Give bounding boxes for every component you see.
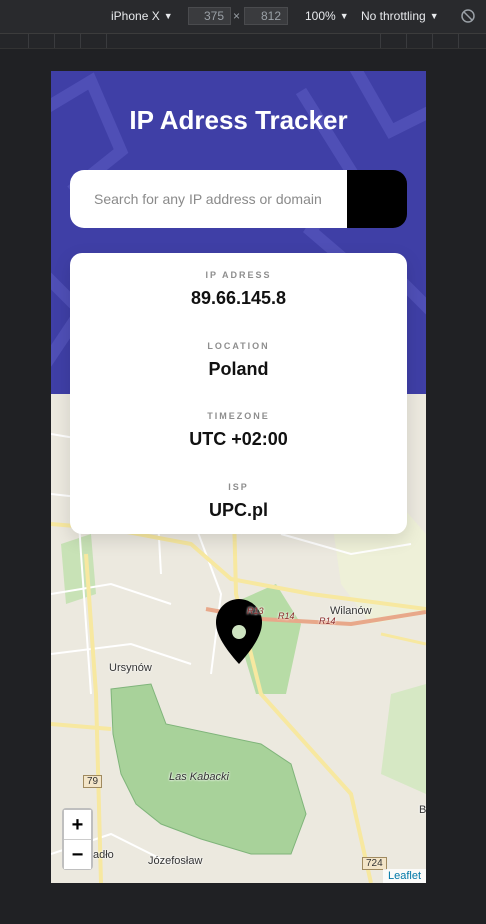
info-timezone: TIMEZONE UTC +02:00 bbox=[70, 411, 407, 450]
height-input[interactable]: 812 bbox=[244, 7, 288, 25]
ip-info-card: IP ADRESS 89.66.145.8 LOCATION Poland TI… bbox=[70, 253, 407, 534]
rotate-icon[interactable] bbox=[460, 8, 476, 24]
device-viewport: IP Adress Tracker IP ADRESS 89.66.145.8 … bbox=[51, 71, 426, 883]
map-label-jozefoslaw: Józefosław bbox=[148, 855, 203, 867]
map-label-fragment: B bbox=[419, 804, 426, 816]
zoom-select[interactable]: 100% ▼ bbox=[305, 9, 349, 23]
search-input[interactable] bbox=[70, 170, 347, 228]
search-bar bbox=[70, 170, 407, 228]
info-value: UPC.pl bbox=[208, 500, 268, 520]
info-label: ISP bbox=[228, 482, 249, 492]
info-value: Poland bbox=[208, 359, 269, 379]
map-label-las-kabacki: Las Kabacki bbox=[169, 771, 229, 783]
devtools-device-toolbar: iPhone X ▼ 375 × 812 100% ▼ No throttling ▼ bbox=[0, 0, 486, 34]
info-ip-address: IP ADRESS 89.66.145.8 bbox=[70, 270, 407, 309]
caret-down-icon: ▼ bbox=[429, 11, 439, 21]
caret-down-icon: ▼ bbox=[339, 11, 349, 21]
info-label: TIMEZONE bbox=[207, 411, 270, 421]
info-value: UTC +02:00 bbox=[189, 429, 288, 449]
zoom-control: + − bbox=[62, 808, 93, 870]
road-label: R13 bbox=[247, 606, 264, 616]
info-label: LOCATION bbox=[207, 341, 270, 351]
chevron-right-icon bbox=[71, 170, 81, 184]
dimension-separator: × bbox=[233, 9, 241, 23]
info-label: IP ADRESS bbox=[205, 270, 272, 280]
caret-down-icon: ▼ bbox=[163, 11, 173, 21]
info-location: LOCATION Poland bbox=[70, 341, 407, 380]
info-isp: ISP UPC.pl bbox=[70, 482, 407, 521]
page-title: IP Adress Tracker bbox=[129, 105, 348, 135]
map-label-ursynow: Ursynów bbox=[109, 662, 152, 674]
road-label: R14 bbox=[319, 616, 336, 626]
search-submit-button[interactable] bbox=[71, 170, 407, 228]
road-shield: 79 bbox=[83, 775, 103, 788]
throttling-select[interactable]: No throttling ▼ bbox=[361, 9, 439, 23]
media-query-ruler bbox=[0, 34, 486, 49]
map-label-wilanow: Wilanów bbox=[330, 605, 372, 617]
info-value: 89.66.145.8 bbox=[190, 288, 287, 308]
device-select[interactable]: iPhone X ▼ bbox=[111, 9, 173, 23]
leaflet-attribution-link[interactable]: Leaflet bbox=[382, 869, 426, 883]
zoom-out-button[interactable]: − bbox=[64, 840, 91, 869]
road-label: R14 bbox=[278, 611, 295, 621]
map-label-fragment: adło bbox=[93, 849, 114, 861]
zoom-in-button[interactable]: + bbox=[64, 810, 91, 839]
width-input[interactable]: 375 bbox=[188, 7, 231, 25]
